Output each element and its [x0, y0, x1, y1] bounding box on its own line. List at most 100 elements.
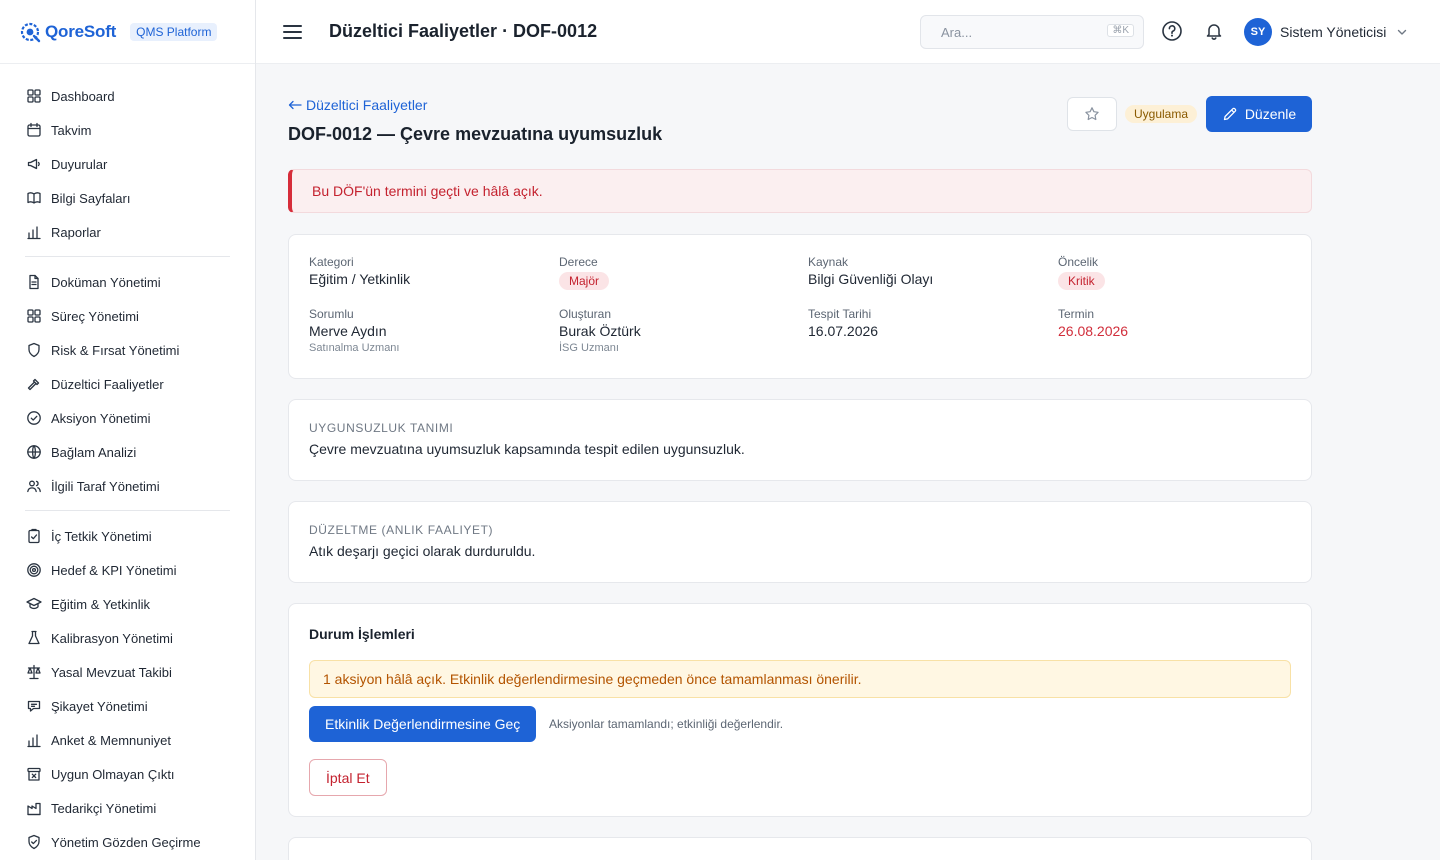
action-hint: Aksiyonlar tamamlandı; etkinliği değerle… [549, 717, 784, 731]
priority-badge: Kritik [1058, 272, 1105, 290]
brand: QoreSoft QMS Platform [0, 0, 255, 64]
sidebar-divider [25, 510, 230, 511]
info-sorumlu: Sorumlu Merve Aydın Satınalma Uzmanı [309, 307, 399, 354]
shield-check-icon [25, 834, 42, 851]
sidebar-item[interactable]: Tedarikçi Yönetimi [0, 791, 255, 825]
chevron-down-icon [1398, 29, 1407, 35]
overdue-alert: Bu DÖF'ün termini geçti ve hâlâ açık. [288, 169, 1312, 213]
info-label: Tespit Tarihi [808, 307, 872, 321]
clipboard-check-icon [25, 528, 42, 545]
info-olusturan: Oluşturan Burak Öztürk İSG Uzmanı [559, 307, 641, 354]
info-kaynak: Kaynak Bilgi Güvenliği Olayı [808, 255, 933, 287]
sidebar-item[interactable]: Doküman Yönetimi [0, 265, 255, 299]
severity-badge: Majör [559, 272, 610, 290]
sidebar-item-label: Kalibrasyon Yönetimi [51, 630, 173, 646]
bar-chart-icon [25, 732, 42, 749]
sidebar-item[interactable]: Uygun Olmayan Çıktı [0, 757, 255, 791]
sidebar-item-label: İç Tetkik Yönetimi [51, 528, 152, 544]
brand-logo[interactable]: QoreSoft [19, 21, 116, 43]
calendar-icon [25, 122, 42, 139]
sidebar-item[interactable]: Aksiyon Yönetimi [0, 401, 255, 435]
sidebar-item-label: Eğitim & Yetkinlik [51, 596, 150, 612]
megaphone-icon [25, 156, 42, 173]
graduation-cap-icon [25, 596, 42, 613]
info-label: Derece [559, 255, 598, 269]
info-label: Termin [1058, 307, 1095, 321]
sidebar-item[interactable]: Kalibrasyon Yönetimi [0, 621, 255, 655]
users-icon [25, 478, 42, 495]
sidebar-item[interactable]: Takvim [0, 113, 255, 147]
search-shortcut-badge: ⌘K [1107, 24, 1134, 37]
info-value: 26.08.2026 [1058, 323, 1129, 339]
correction-card: Düzeltme (Anlık Faaliyet) Atık deşarjı g… [288, 501, 1312, 583]
topbar: Düzeltici Faaliyetler · DOF-0012 Ara... … [256, 0, 1440, 64]
info-tespit: Tespit Tarihi 16.07.2026 [808, 307, 878, 339]
status-actions-card: Durum İşlemleri 1 aksiyon hâlâ açık. Etk… [288, 603, 1312, 817]
sidebar-item-label: Risk & Fırsat Yönetimi [51, 342, 180, 358]
help-icon[interactable] [1161, 20, 1183, 42]
user-menu[interactable]: SY Sistem Yöneticisi [1244, 18, 1408, 46]
sidebar-item-label: Hedef & KPI Yönetimi [51, 562, 177, 578]
section-text: Çevre mevzuatına uyumsuzluk kapsamında t… [309, 441, 745, 457]
sidebar-divider [25, 256, 230, 257]
back-link-label: Düzeltici Faaliyetler [306, 97, 428, 113]
sidebar-item-label: Takvim [51, 122, 92, 138]
sidebar-item-label: Süreç Yönetimi [51, 308, 139, 324]
info-value: 16.07.2026 [808, 323, 879, 339]
document-icon [25, 274, 42, 291]
info-value: Eğitim / Yetkinlik [309, 271, 411, 287]
sidebar-item-label: İlgili Taraf Yönetimi [51, 478, 160, 494]
favorite-button[interactable] [1067, 97, 1117, 131]
check-circle-icon [25, 410, 42, 427]
next-card [288, 837, 1312, 860]
sidebar-item[interactable]: Şikayet Yönetimi [0, 689, 255, 723]
book-icon [25, 190, 42, 207]
hammer-icon [25, 376, 42, 393]
sidebar-item-label: Bağlam Analizi [51, 444, 137, 460]
back-link[interactable]: Düzeltici Faaliyetler [288, 97, 427, 113]
sidebar-item[interactable]: Risk & Fırsat Yönetimi [0, 333, 255, 367]
sidebar-item[interactable]: Süreç Yönetimi [0, 299, 255, 333]
page-title: DOF-0012 — Çevre mevzuatına uyumsuzluk [288, 124, 663, 144]
sidebar-item-label: Yönetim Gözden Geçirme [51, 834, 201, 850]
info-sub: İSG Uzmanı [559, 342, 619, 354]
section-label: Düzeltme (Anlık Faaliyet) [309, 523, 494, 537]
info-label: Öncelik [1058, 255, 1099, 269]
sidebar-item-label: Raporlar [51, 224, 101, 240]
globe-icon [25, 444, 42, 461]
info-card: Kategori Eğitim / Yetkinlik Derece Majör… [288, 234, 1312, 379]
search-placeholder: Ara... [941, 24, 973, 40]
sidebar-item[interactable]: Bilgi Sayfaları [0, 181, 255, 215]
header-title: Düzeltici Faaliyetler · DOF-0012 [329, 21, 598, 41]
info-sub: Satınalma Uzmanı [309, 342, 400, 354]
bar-chart-icon [25, 224, 42, 241]
logo-icon [20, 22, 41, 42]
cancel-button[interactable]: İptal Et [309, 759, 387, 796]
sidebar-item[interactable]: Raporlar [0, 215, 255, 249]
nonconformity-card: Uygunsuzluk Tanımı Çevre mevzuatına uyum… [288, 399, 1312, 481]
sidebar-item[interactable]: İç Tetkik Yönetimi [0, 519, 255, 553]
sidebar-item[interactable]: Eğitim & Yetkinlik [0, 587, 255, 621]
menu-toggle-icon[interactable] [283, 24, 302, 39]
sidebar-item[interactable]: Anket & Memnuniyet [0, 723, 255, 757]
search-input[interactable]: Ara... ⌘K [920, 15, 1144, 49]
sidebar-item[interactable]: Bağlam Analizi [0, 435, 255, 469]
sidebar-item[interactable]: Yönetim Gözden Geçirme [0, 825, 255, 859]
info-termin: Termin 26.08.2026 [1058, 307, 1128, 339]
archive-x-icon [25, 766, 42, 783]
sidebar-item[interactable]: İlgili Taraf Yönetimi [0, 469, 255, 503]
edit-button[interactable]: Düzenle [1206, 96, 1312, 132]
sidebar-item-label: Şikayet Yönetimi [51, 698, 148, 714]
sidebar-item[interactable]: Hedef & KPI Yönetimi [0, 553, 255, 587]
sidebar-item[interactable]: Duyurular [0, 147, 255, 181]
sidebar-item[interactable]: Dashboard [0, 79, 255, 113]
info-label: Sorumlu [309, 307, 354, 321]
sidebar-item-label: Anket & Memnuniyet [51, 732, 171, 748]
edit-button-label: Düzenle [1244, 106, 1297, 122]
effectiveness-review-button[interactable]: Etkinlik Değerlendirmesine Geç [309, 706, 537, 742]
sidebar-item[interactable]: Düzeltici Faaliyetler [0, 367, 255, 401]
notification-bell-icon[interactable] [1204, 21, 1224, 41]
sidebar-item-label: Duyurular [51, 156, 108, 172]
sidebar-nav: Dashboard Takvim Duyurular Bilgi Sayfaları R… [0, 64, 255, 859]
sidebar-item[interactable]: Yasal Mevzuat Takibi [0, 655, 255, 689]
